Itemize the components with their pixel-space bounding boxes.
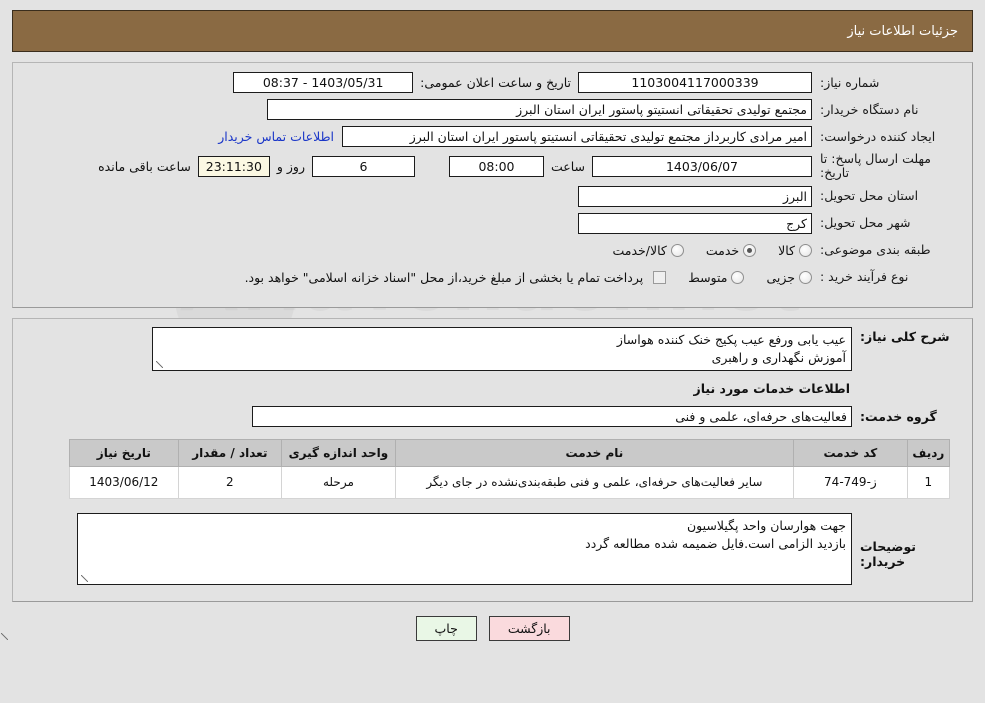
th-date: تاریخ نیاز xyxy=(69,438,179,467)
cell-qty: 2 xyxy=(177,465,283,499)
classification-option-label: خدمت xyxy=(705,242,740,258)
province-label: استان محل تحویل: xyxy=(820,188,919,204)
row-deadline: مهلت ارسال پاسخ: تا تاریخ: 1403/06/07 سا… xyxy=(23,151,962,181)
city-label: شهر محل تحویل: xyxy=(820,215,911,231)
classification-option-label: کالا xyxy=(778,242,795,258)
resize-grip-icon[interactable] xyxy=(80,574,89,583)
row-general-desc: شرح کلی نیاز: عیب یابی ورفع عیب پکیج خنک… xyxy=(23,326,962,371)
th-name: نام خدمت xyxy=(394,438,794,467)
radio-icon-khedmat[interactable] xyxy=(743,243,757,257)
need-number-label: شماره نیاز: xyxy=(820,74,880,90)
items-table: ردیف کد خدمت نام خدمت واحد اندازه گیری ت… xyxy=(69,438,951,499)
service-group-label: گروه خدمت: xyxy=(860,408,937,424)
radio-icon-motavaset[interactable] xyxy=(731,270,745,284)
deadline-date-field[interactable]: 1403/06/07 xyxy=(592,155,812,177)
days-word-label: روز و xyxy=(276,158,305,174)
process-label: نوع فرآیند خرید : xyxy=(820,269,909,285)
creator-label: ایجاد کننده درخواست: xyxy=(820,128,936,144)
page-header: جزئیات اطلاعات نیاز xyxy=(12,10,973,52)
radio-icon-kala-khedmat[interactable] xyxy=(670,243,684,257)
process-option-label: متوسط xyxy=(688,269,728,285)
process-option-label: جزیی xyxy=(766,269,795,285)
creator-field[interactable]: امیر مرادی کاربرداز مجتمع تولیدی تحقیقات… xyxy=(342,126,812,147)
resize-grip-icon xyxy=(143,327,152,336)
need-number-field[interactable]: 1103004117000339 xyxy=(578,72,812,93)
cell-radif: 1 xyxy=(906,465,951,499)
page-title: جزئیات اطلاعات نیاز xyxy=(847,23,958,39)
th-qty: تعداد / مقدار xyxy=(177,438,283,467)
table-header-row: ردیف کد خدمت نام خدمت واحد اندازه گیری ت… xyxy=(69,438,951,467)
back-button[interactable]: بازگشت xyxy=(488,615,570,641)
classification-option-label: کالا/خدمت xyxy=(612,242,667,258)
process-option-jozei[interactable]: جزیی xyxy=(766,270,812,285)
row-city: شهر محل تحویل: کرج xyxy=(23,212,962,235)
items-table-wrap: ردیف کد خدمت نام خدمت واحد اندازه گیری ت… xyxy=(69,438,951,499)
city-field[interactable]: کرج xyxy=(578,212,812,234)
services-section-title: اطلاعات خدمات مورد نیاز xyxy=(693,380,851,396)
table-row: 1 ز-749-74 سایر فعالیت‌های حرفه‌ای، علمی… xyxy=(69,465,951,499)
general-desc-textarea[interactable]: عیب یابی ورفع عیب پکیج خنک کننده هواساز … xyxy=(152,326,852,371)
action-button-bar: بازگشت چاپ xyxy=(0,615,985,641)
cell-name: سایر فعالیت‌های حرفه‌ای، علمی و فنی طبقه… xyxy=(394,465,794,499)
need-details-panel: شرح کلی نیاز: عیب یابی ورفع عیب پکیج خنک… xyxy=(12,317,973,602)
time-remaining-field[interactable]: 23:11:30 xyxy=(197,155,270,177)
buyer-notes-label: توضیحات خریدار: xyxy=(860,538,916,569)
row-classification: طبقه بندی موضوعی: کالا خدمت کالا/خدمت xyxy=(23,239,962,262)
row-province: استان محل تحویل: البرز xyxy=(23,185,962,208)
process-option-motavaset[interactable]: متوسط xyxy=(688,269,745,285)
row-need-number: شماره نیاز: 1103004117000339 تاریخ و ساع… xyxy=(23,71,962,94)
service-group-field[interactable]: فعالیت‌های حرفه‌ای، علمی و فنی xyxy=(252,405,852,427)
buyer-org-label: نام دستگاه خریدار: xyxy=(820,101,919,117)
row-creator: ایجاد کننده درخواست: امیر مرادی کاربرداز… xyxy=(23,125,962,148)
province-field[interactable]: البرز xyxy=(578,185,812,207)
resize-grip-icon[interactable] xyxy=(155,360,164,369)
days-remaining-field[interactable]: 6 xyxy=(311,155,415,177)
buyer-org-field[interactable]: مجتمع تولیدی تحقیقاتی انستیتو پاستور ایر… xyxy=(267,99,812,120)
need-info-panel: شماره نیاز: 1103004117000339 تاریخ و ساع… xyxy=(12,62,973,308)
row-buyer-org: نام دستگاه خریدار: مجتمع تولیدی تحقیقاتی… xyxy=(23,98,962,121)
remaining-suffix-label: ساعت باقی مانده xyxy=(98,158,191,174)
th-code: کد خدمت xyxy=(792,438,908,467)
classification-option-kala-khedmat[interactable]: کالا/خدمت xyxy=(612,242,684,258)
radio-icon-kala[interactable] xyxy=(799,243,812,257)
th-unit: واحد اندازه گیری xyxy=(281,438,396,467)
buyer-contact-link[interactable]: اطلاعات تماس خریدار xyxy=(210,129,342,144)
treasury-checkbox[interactable] xyxy=(653,270,667,284)
deadline-time-field[interactable]: 08:00 xyxy=(448,155,544,177)
print-button[interactable]: چاپ xyxy=(415,615,477,641)
classification-option-khedmat[interactable]: خدمت xyxy=(705,242,757,258)
buyer-notes-textarea[interactable]: جهت هوارسان واحد پگیلاسیون بازدید الزامی… xyxy=(77,512,852,585)
row-process-type: نوع فرآیند خرید : جزیی متوسط پرداخت تمام… xyxy=(23,266,962,289)
deadline-label: مهلت ارسال پاسخ: تا تاریخ: xyxy=(820,151,931,181)
hour-word-label: ساعت xyxy=(550,158,585,174)
public-announce-label: تاریخ و ساعت اعلان عمومی: xyxy=(420,75,571,90)
cell-code: ز-749-74 xyxy=(792,465,908,499)
classification-option-kala[interactable]: کالا xyxy=(778,243,812,258)
row-service-group: گروه خدمت: فعالیت‌های حرفه‌ای، علمی و فن… xyxy=(23,405,962,427)
public-announce-field[interactable]: 1403/05/31 - 08:37 xyxy=(233,72,414,93)
treasury-note-label: پرداخت تمام یا بخشی از مبلغ خرید،از محل … xyxy=(244,269,644,285)
general-desc-label: شرح کلی نیاز: xyxy=(860,328,950,344)
page-root: جزئیات اطلاعات نیاز شماره نیاز: 11030041… xyxy=(0,10,985,641)
th-radif: ردیف xyxy=(906,438,951,467)
cell-date: 1403/06/12 xyxy=(69,465,179,499)
row-buyer-notes: توضیحات خریدار: جهت هوارسان واحد پگیلاسی… xyxy=(23,512,962,585)
cell-unit: مرحله xyxy=(281,465,396,499)
classification-label: طبقه بندی موضوعی: xyxy=(820,242,931,258)
radio-icon-jozei[interactable] xyxy=(799,270,812,284)
